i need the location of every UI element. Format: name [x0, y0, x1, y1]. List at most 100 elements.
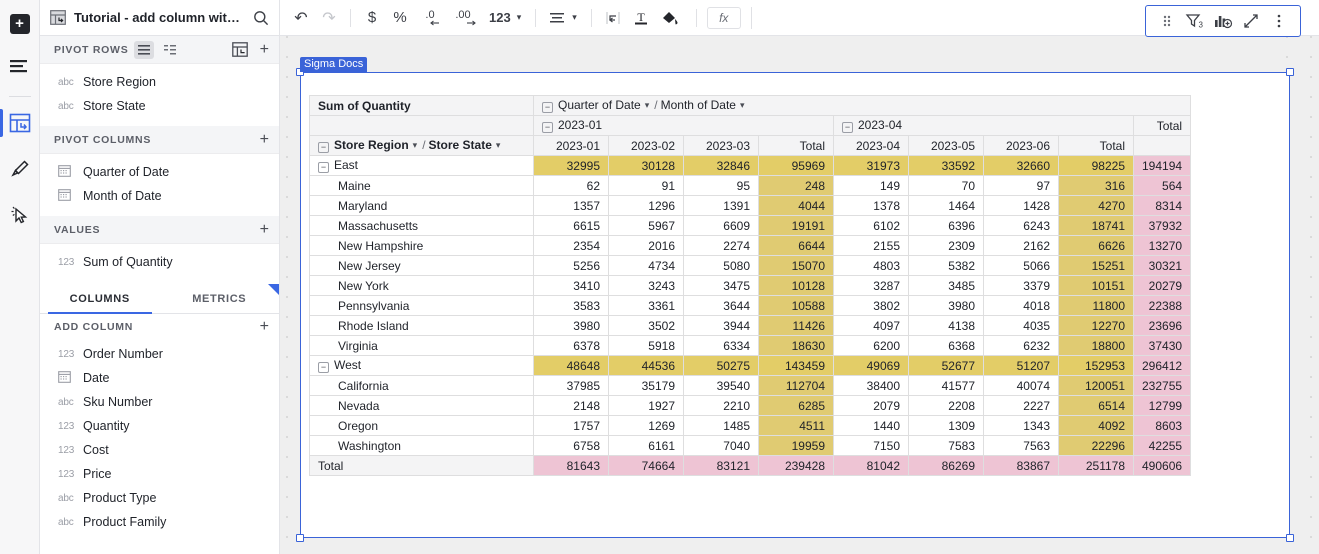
add-value-button[interactable]: +	[260, 221, 269, 238]
list-item[interactable]: 123 Quantity	[40, 414, 279, 438]
data-cell[interactable]: 112704	[758, 375, 834, 396]
data-cell[interactable]: 3644	[683, 295, 759, 316]
data-cell[interactable]: 2162	[983, 235, 1059, 256]
data-cell[interactable]: 5256	[533, 255, 609, 276]
data-cell[interactable]: 15070	[758, 255, 834, 276]
element-tag[interactable]: Sigma Docs	[300, 57, 368, 72]
tab-metrics[interactable]: METRICS	[160, 284, 280, 313]
data-cell[interactable]: 2208	[908, 395, 984, 416]
row-label-cell[interactable]: Massachusetts	[309, 215, 534, 236]
data-cell[interactable]: 22296	[1058, 435, 1134, 456]
data-cell[interactable]: 4018	[983, 295, 1059, 316]
table-row[interactable]: − East 32995 30128 32846 95969 31973 33592 32660…	[309, 155, 1192, 176]
row-field-header[interactable]: − Store Region ▾ / Store State ▾	[309, 135, 534, 156]
data-cell[interactable]: 5080	[683, 255, 759, 276]
data-cell[interactable]: 248	[758, 175, 834, 196]
data-cell[interactable]: 2079	[833, 395, 909, 416]
data-cell[interactable]: 7040	[683, 435, 759, 456]
month-column-header[interactable]: 2023-03	[683, 135, 759, 156]
data-cell[interactable]: 5066	[983, 255, 1059, 276]
wrap-text-icon[interactable]	[600, 5, 626, 31]
table-row[interactable]: Nevada 2148 1927 2210 6285 2079 2208 2227 6514 12…	[309, 395, 1192, 416]
data-cell[interactable]: 6102	[833, 215, 909, 236]
field-item[interactable]: abc Store State	[40, 94, 279, 118]
data-cell[interactable]: 42255	[1132, 435, 1192, 456]
data-cell[interactable]: 239428	[758, 455, 834, 476]
filter-icon[interactable]: 3	[1182, 8, 1208, 34]
table-row[interactable]: Maine 62 91 95 248 149 70 97 316 564	[309, 175, 1192, 196]
table-row[interactable]: New York 3410 3243 3475 10128 3287 3485 3379 101…	[309, 275, 1192, 296]
chevron-down-icon[interactable]: ▾	[572, 12, 577, 23]
paintbrush-button[interactable]	[6, 155, 34, 183]
data-cell[interactable]: 39540	[683, 375, 759, 396]
data-cell[interactable]: 11426	[758, 315, 834, 336]
data-cell[interactable]: 120051	[1058, 375, 1134, 396]
data-cell[interactable]: 251178	[1058, 455, 1134, 476]
layout-outline-toggle[interactable]	[160, 41, 180, 59]
chevron-down-icon[interactable]: ▾	[645, 100, 650, 111]
data-cell[interactable]: 70	[908, 175, 984, 196]
expand-icon[interactable]	[1238, 8, 1264, 34]
data-cell[interactable]: 4138	[908, 315, 984, 336]
data-cell[interactable]: 4097	[833, 315, 909, 336]
align-icon[interactable]	[544, 5, 570, 31]
data-cell[interactable]: 143459	[758, 355, 834, 376]
data-cell[interactable]: 4511	[758, 415, 834, 436]
fill-color-icon[interactable]	[656, 5, 686, 31]
list-item[interactable]: abc Product Type	[40, 486, 279, 510]
data-cell[interactable]: 83867	[983, 455, 1059, 476]
data-cell[interactable]: 52677	[908, 355, 984, 376]
data-cell[interactable]: 1391	[683, 195, 759, 216]
data-cell[interactable]: 3944	[683, 315, 759, 336]
currency-icon[interactable]: $	[359, 5, 385, 31]
data-cell[interactable]: 15251	[1058, 255, 1134, 276]
data-cell[interactable]: 51207	[983, 355, 1059, 376]
data-cell[interactable]: 296412	[1132, 355, 1192, 376]
data-cell[interactable]: 3475	[683, 275, 759, 296]
field-item[interactable]: abc Store Region	[40, 70, 279, 94]
data-cell[interactable]: 3379	[983, 275, 1059, 296]
data-cell[interactable]: 194194	[1132, 155, 1192, 176]
collapse-icon[interactable]: −	[318, 162, 329, 173]
collapse-icon[interactable]: −	[842, 122, 853, 133]
add-button[interactable]: +	[6, 10, 34, 38]
month-column-header[interactable]: 2023-05	[908, 135, 984, 156]
data-cell[interactable]: 38400	[833, 375, 909, 396]
data-cell[interactable]: 5967	[608, 215, 684, 236]
list-item[interactable]: abc Product Family	[40, 510, 279, 534]
data-cell[interactable]: 74664	[608, 455, 684, 476]
number-format-button[interactable]: 123	[481, 5, 515, 31]
data-cell[interactable]: 4044	[758, 195, 834, 216]
data-cell[interactable]: 1378	[833, 195, 909, 216]
add-chart-icon[interactable]	[1210, 8, 1236, 34]
data-cell[interactable]: 6644	[758, 235, 834, 256]
table-row[interactable]: Virginia 6378 5918 6334 18630 6200 6368 6232 188…	[309, 335, 1192, 356]
data-cell[interactable]: 10128	[758, 275, 834, 296]
data-cell[interactable]: 40074	[983, 375, 1059, 396]
data-cell[interactable]: 4270	[1058, 195, 1134, 216]
data-cell[interactable]: 37985	[533, 375, 609, 396]
list-item[interactable]: 123 Price	[40, 462, 279, 486]
resize-handle-bottom-right[interactable]	[1286, 534, 1294, 542]
data-cell[interactable]: 8314	[1132, 195, 1192, 216]
redo-icon[interactable]: ↷	[316, 5, 342, 31]
data-cell[interactable]: 12270	[1058, 315, 1134, 336]
data-cell[interactable]: 3361	[608, 295, 684, 316]
data-cell[interactable]: 1343	[983, 415, 1059, 436]
data-cell[interactable]: 1927	[608, 395, 684, 416]
element-selection-box[interactable]: Sum of Quantity − Quarter of Date ▾ / Month …	[296, 68, 1294, 542]
data-cell[interactable]: 37932	[1132, 215, 1192, 236]
data-cell[interactable]: 81643	[533, 455, 609, 476]
cursor-select-button[interactable]	[6, 201, 34, 229]
data-cell[interactable]: 7150	[833, 435, 909, 456]
pivot-table-button[interactable]	[0, 109, 34, 137]
data-cell[interactable]: 18741	[1058, 215, 1134, 236]
field-item[interactable]: Month of Date	[40, 184, 279, 208]
data-cell[interactable]: 6334	[683, 335, 759, 356]
list-item[interactable]: 123 Cost	[40, 438, 279, 462]
subtotal-column-header[interactable]: Total	[758, 135, 834, 156]
data-cell[interactable]: 6514	[1058, 395, 1134, 416]
table-row[interactable]: California 37985 35179 39540 112704 38400 4157…	[309, 375, 1192, 396]
month-column-header[interactable]: 2023-06	[983, 135, 1059, 156]
data-cell[interactable]: 3802	[833, 295, 909, 316]
